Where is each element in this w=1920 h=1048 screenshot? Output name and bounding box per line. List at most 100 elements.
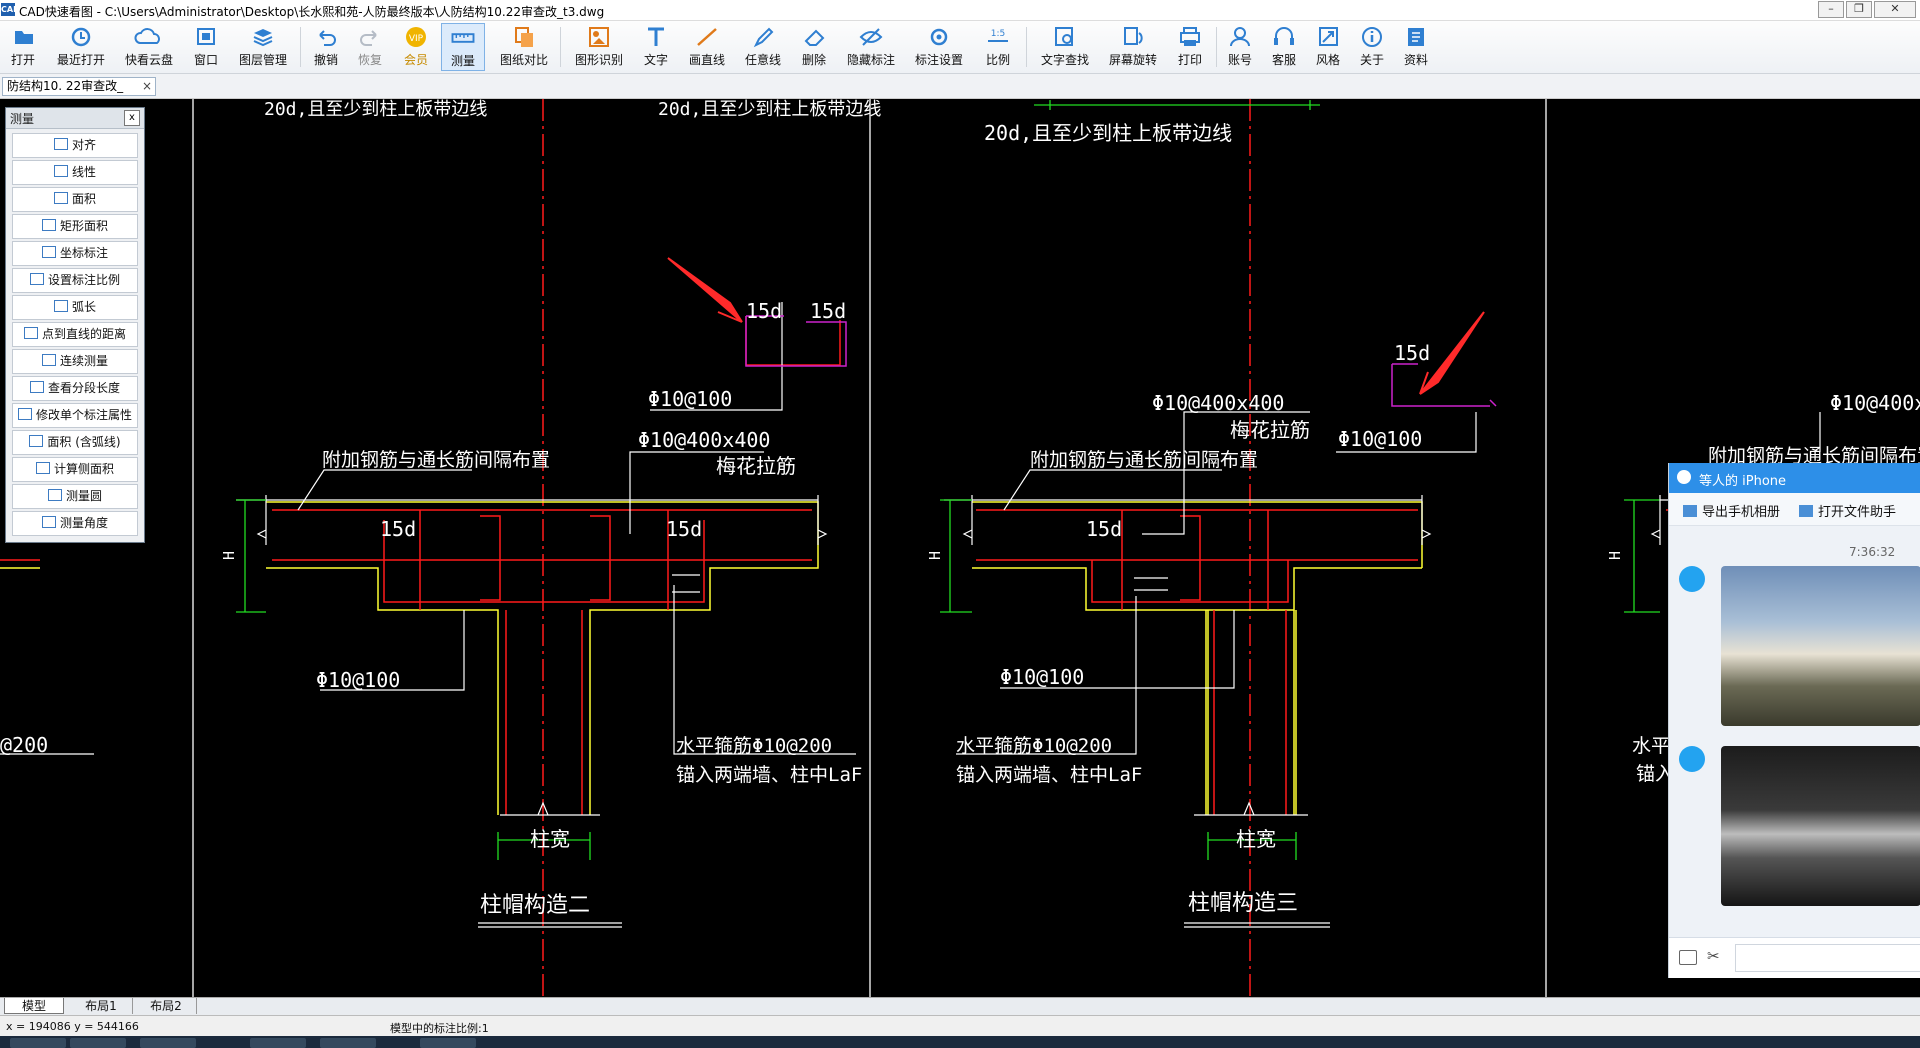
line-icon xyxy=(697,28,717,46)
close-window-button[interactable]: ✕ xyxy=(1874,1,1916,18)
label-tie-type: 梅花拉筋 xyxy=(716,454,796,478)
open-file-assistant-button[interactable]: 打开文件助手 xyxy=(1799,501,1896,520)
minimize-button[interactable]: – xyxy=(1818,1,1844,18)
measure-angle-button[interactable]: 测量角度 xyxy=(12,511,138,536)
eye-off-icon xyxy=(859,28,883,46)
measure-linear-button[interactable]: 线性 xyxy=(12,160,138,185)
measure-rect-area-button[interactable]: 矩形面积 xyxy=(12,214,138,239)
svg-text:VIP: VIP xyxy=(409,34,424,44)
close-tab-icon[interactable]: × xyxy=(142,78,152,95)
style-icon xyxy=(1319,27,1338,46)
history-icon xyxy=(71,27,91,47)
label-column-width: 柱宽 xyxy=(1236,827,1276,851)
measure-circle-button[interactable]: 测量圆 xyxy=(12,484,138,509)
open-button[interactable]: 打开 xyxy=(2,23,44,71)
taskbar-item[interactable] xyxy=(140,1038,196,1048)
edit-annotation-button[interactable]: 修改单个标注属性 xyxy=(12,403,138,428)
account-button[interactable]: 账号 xyxy=(1220,23,1260,71)
recent-button[interactable]: 最近打开 xyxy=(50,23,112,71)
measure-icon xyxy=(451,33,475,43)
drawing-canvas[interactable]: 20d,且至少到柱上板带边线 20d,且至少到柱上板带边线 15d 15d Φ1… xyxy=(0,99,1920,997)
close-icon[interactable]: x xyxy=(124,110,140,126)
delete-button[interactable]: 删除 xyxy=(794,23,834,71)
taskbar-item[interactable] xyxy=(250,1038,306,1048)
arc-area-button[interactable]: 面积 (含弧线) xyxy=(12,430,138,455)
segment-length-button[interactable]: 查看分段长度 xyxy=(12,376,138,401)
section-left-partial: @200 xyxy=(0,559,94,757)
window-button[interactable]: 窗口 xyxy=(186,23,226,71)
document-tab[interactable]: 防结构10. 22审查改_ × xyxy=(2,77,156,96)
draw-line-button[interactable]: 画直线 xyxy=(682,23,732,71)
tab-layout2[interactable]: 布局2 xyxy=(136,998,197,1014)
vip-button[interactable]: VIP 会员 xyxy=(396,23,436,71)
window-title: CAD快速看图 - C:\Users\Administrator\Desktop… xyxy=(19,5,605,19)
label-cap-title-3: 柱帽构造三 xyxy=(1188,891,1298,916)
vip-icon: VIP xyxy=(406,27,426,47)
phone-avatar-icon xyxy=(1679,746,1705,772)
hide-annotation-button[interactable]: 隐藏标注 xyxy=(840,23,902,71)
message-input[interactable] xyxy=(1735,944,1920,972)
print-button[interactable]: 打印 xyxy=(1170,23,1210,71)
note-top-1: 20d,且至少到柱上板带边线 xyxy=(264,99,487,120)
freehand-button[interactable]: 任意线 xyxy=(738,23,788,71)
tab-model[interactable]: 模型 xyxy=(4,998,64,1014)
label-h: H xyxy=(926,551,944,560)
received-photo[interactable] xyxy=(1721,746,1920,906)
export-album-button[interactable]: 导出手机相册 xyxy=(1683,501,1780,520)
side-area-button[interactable]: 计算侧面积 xyxy=(12,457,138,482)
tab-layout1[interactable]: 布局1 xyxy=(70,998,133,1014)
layers-button[interactable]: 图层管理 xyxy=(232,23,294,71)
taskbar-item[interactable] xyxy=(420,1038,476,1048)
redo-button[interactable]: 恢复 xyxy=(350,23,390,71)
label-cap-title-2: 柱帽构造二 xyxy=(480,893,590,918)
label-15d: 15d xyxy=(380,517,416,541)
section-column-cap-3: 20d,且至少到柱上板带边线 15d Φ10@100 Φ10@400x400 梅… xyxy=(926,100,1497,928)
restore-button[interactable]: ❐ xyxy=(1846,1,1872,18)
scale-button[interactable]: 1:5 比例 xyxy=(976,23,1020,71)
scissors-icon[interactable]: ✂ xyxy=(1707,947,1720,965)
received-photo[interactable] xyxy=(1721,566,1920,726)
svg-text:1:5: 1:5 xyxy=(991,29,1005,39)
point-line-distance-button[interactable]: 点到直线的距离 xyxy=(12,322,138,347)
continuous-measure-icon xyxy=(41,354,56,366)
support-button[interactable]: 客服 xyxy=(1264,23,1304,71)
text-search-button[interactable]: 文字查找 xyxy=(1034,23,1096,71)
shape-recognize-button[interactable]: 图形识别 xyxy=(568,23,630,71)
label-horizontal-stirrup: 水平箍筋Φ10@200 xyxy=(956,735,1112,757)
annotation-settings-button[interactable]: 标注设置 xyxy=(908,23,970,71)
cad-drawing: 20d,且至少到柱上板带边线 20d,且至少到柱上板带边线 15d 15d Φ1… xyxy=(0,99,1920,997)
label-tie-type: 梅花拉筋 xyxy=(1230,418,1310,442)
folder-icon[interactable] xyxy=(1679,950,1697,965)
text-button[interactable]: 文字 xyxy=(636,23,676,71)
label-tie-spacing: Φ10@400x400 xyxy=(1152,391,1284,415)
text-icon xyxy=(648,27,664,46)
undo-button[interactable]: 撤销 xyxy=(306,23,346,71)
segment-icon xyxy=(29,381,44,393)
align-measure-icon xyxy=(53,138,68,150)
resources-button[interactable]: 资料 xyxy=(1396,23,1436,71)
label-15d: 15d xyxy=(666,517,702,541)
arc-area-icon xyxy=(29,435,44,447)
message-input-area[interactable]: ✂ xyxy=(1669,937,1920,978)
compare-button[interactable]: 图纸对比 xyxy=(494,23,554,71)
about-button[interactable]: 关于 xyxy=(1352,23,1392,71)
section-column-cap-2: 20d,且至少到柱上板带边线 20d,且至少到柱上板带边线 15d 15d Φ1… xyxy=(220,99,881,928)
taskbar-item[interactable] xyxy=(320,1038,376,1048)
taskbar-item[interactable] xyxy=(10,1038,66,1048)
measure-area-button[interactable]: 面积 xyxy=(12,187,138,212)
style-button[interactable]: 风格 xyxy=(1308,23,1348,71)
set-annotation-scale-button[interactable]: 设置标注比例 xyxy=(12,268,138,293)
taskbar-item[interactable] xyxy=(70,1038,126,1048)
measure-panel-title: 测量 xyxy=(10,112,35,126)
photo-icon xyxy=(1683,505,1697,517)
linear-measure-icon xyxy=(53,165,68,177)
rotate-screen-button[interactable]: 屏幕旋转 xyxy=(1102,23,1164,71)
angle-icon xyxy=(41,516,56,528)
continuous-measure-button[interactable]: 连续测量 xyxy=(12,349,138,374)
toolbar-separator xyxy=(300,27,301,67)
measure-button[interactable]: 测量 xyxy=(441,23,485,71)
coordinate-annotation-button[interactable]: 坐标标注 xyxy=(12,241,138,266)
arc-length-button[interactable]: 弧长 xyxy=(12,295,138,320)
measure-align-button[interactable]: 对齐 xyxy=(12,133,138,158)
cloud-button[interactable]: 快看云盘 xyxy=(118,23,180,71)
